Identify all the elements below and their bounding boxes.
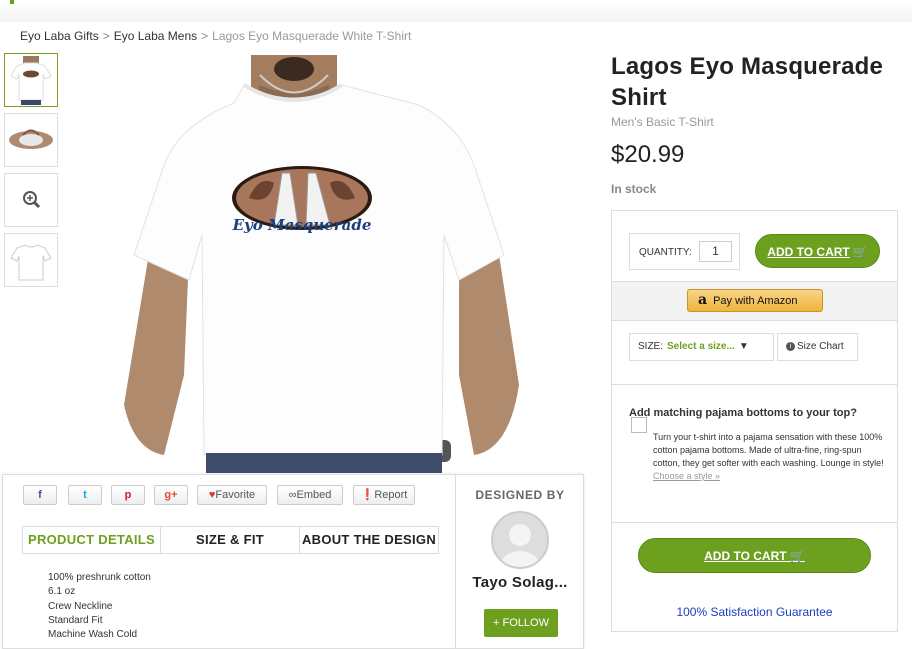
follow-button[interactable]: + FOLLOW	[484, 609, 558, 637]
embed-label: Embed	[296, 489, 332, 501]
size-chart-label: Size Chart	[797, 341, 844, 352]
quantity-input[interactable]: 1	[699, 241, 732, 262]
tab-size-fit[interactable]: SIZE & FIT	[161, 527, 299, 553]
product-main-image[interactable]: Eyo Masquerade	[64, 55, 584, 473]
embed-button[interactable]: ∞Embed	[277, 485, 343, 505]
thumbnail-list	[4, 53, 58, 293]
cart-icon: 🛒	[852, 245, 868, 259]
designer-avatar[interactable]	[491, 511, 549, 569]
thumbnail-outline-view[interactable]	[4, 233, 58, 287]
designer-box: DESIGNED BY Tayo Solag... + FOLLOW	[455, 475, 583, 648]
design-text: Eyo Masquerade	[232, 216, 372, 234]
pajama-heading: Add matching pajama bottoms to your top?	[629, 407, 857, 419]
choose-style-link[interactable]: Choose a style »	[653, 471, 720, 481]
detail-item: 6.1 oz	[48, 586, 76, 598]
detail-item: Crew Neckline	[48, 600, 113, 612]
pinterest-icon: p	[124, 489, 132, 501]
buy-box: QUANTITY: 1 ADD TO CART 🛒 a Pay with Amazo…	[611, 210, 898, 632]
product-tabs: PRODUCT DETAILS SIZE & FIT ABOUT THE DES…	[22, 526, 439, 554]
add-to-cart-label: ADD TO CART	[704, 549, 787, 563]
add-to-cart-button-bottom[interactable]: ADD TO CART 🛒	[638, 538, 871, 573]
report-icon: ❗	[360, 489, 375, 501]
report-button[interactable]: ❗Report	[353, 485, 415, 505]
divider	[612, 384, 897, 385]
zoom-icon	[23, 191, 41, 209]
googleplus-icon: g+	[164, 489, 178, 501]
divider	[612, 522, 897, 523]
quantity-field: QUANTITY: 1	[629, 233, 740, 270]
logo-mark	[10, 0, 14, 4]
breadcrumb-item-mens[interactable]: Eyo Laba Mens	[114, 29, 197, 43]
product-price: $20.99	[611, 141, 685, 168]
product-subtitle: Men's Basic T-Shirt	[611, 115, 714, 129]
facebook-button[interactable]: f	[23, 485, 57, 505]
pajama-description: Turn your t-shirt into a pajama sensatio…	[653, 431, 885, 483]
cart-icon: 🛒	[786, 549, 805, 563]
designed-by-heading: DESIGNED BY	[475, 488, 565, 502]
top-bar	[0, 0, 912, 22]
detail-item: Machine Wash Cold	[48, 629, 138, 641]
report-label: Report	[374, 489, 408, 501]
product-details-list: 100% preshrunk cotton 6.1 oz Crew Neckli…	[48, 571, 151, 642]
pay-with-amazon-button[interactable]: a Pay with Amazon	[687, 289, 823, 312]
tab-about-design[interactable]: ABOUT THE DESIGN	[300, 527, 438, 553]
twitter-icon: t	[83, 489, 87, 501]
breadcrumb-separator: >	[102, 29, 110, 43]
pajama-checkbox[interactable]	[631, 417, 647, 433]
thumbnail-zoom[interactable]	[4, 173, 58, 227]
tab-product-details[interactable]: PRODUCT DETAILS	[23, 527, 160, 553]
detail-item: Standard Fit	[48, 614, 103, 626]
facebook-icon: f	[38, 489, 42, 501]
size-label: SIZE:	[638, 341, 664, 352]
googleplus-button[interactable]: g+	[154, 485, 188, 505]
satisfaction-guarantee-link[interactable]: 100% Satisfaction Guarantee	[612, 605, 897, 619]
thumbnail-design-view[interactable]	[4, 113, 58, 167]
pinterest-button[interactable]: p	[111, 485, 145, 505]
favorite-button[interactable]: ♥Favorite	[197, 485, 267, 505]
size-value: Select a size...	[667, 341, 735, 352]
detail-item: 100% preshrunk cotton	[48, 572, 151, 583]
designer-name[interactable]: Tayo Solag...	[456, 574, 584, 591]
amazon-pay-row: a Pay with Amazon	[612, 281, 897, 321]
add-to-cart-button[interactable]: ADD TO CART 🛒	[755, 234, 880, 268]
product-info-panel: f t p g+ ♥Favorite ∞Embed ❗Report PRODUC…	[2, 474, 584, 649]
pay-with-amazon-label: Pay with Amazon	[713, 295, 798, 307]
breadcrumb: Eyo Laba Gifts > Eyo Laba Mens > Lagos Eyo M…	[20, 29, 411, 43]
thumbnail-front-view[interactable]	[4, 53, 58, 107]
amazon-logo-icon: a	[698, 292, 708, 308]
breadcrumb-separator: >	[201, 29, 209, 43]
size-select[interactable]: SIZE: Select a size... ▼	[629, 333, 774, 361]
twitter-button[interactable]: t	[68, 485, 102, 505]
breadcrumb-item-gifts[interactable]: Eyo Laba Gifts	[20, 29, 99, 43]
product-title: Lagos Eyo Masquerade Shirt	[611, 53, 884, 111]
add-to-cart-label: ADD TO CART	[767, 245, 850, 259]
favorite-label: Favorite	[215, 489, 256, 501]
quantity-label: QUANTITY:	[639, 247, 692, 258]
stock-status: In stock	[611, 182, 657, 196]
pajama-text: Turn your t-shirt into a pajama sensatio…	[653, 432, 884, 468]
breadcrumb-current: Lagos Eyo Masquerade White T-Shirt	[212, 29, 412, 43]
dropdown-arrow-icon: ▼	[738, 341, 749, 352]
info-icon: i	[786, 341, 795, 351]
size-chart-button[interactable]: i Size Chart	[777, 333, 858, 361]
